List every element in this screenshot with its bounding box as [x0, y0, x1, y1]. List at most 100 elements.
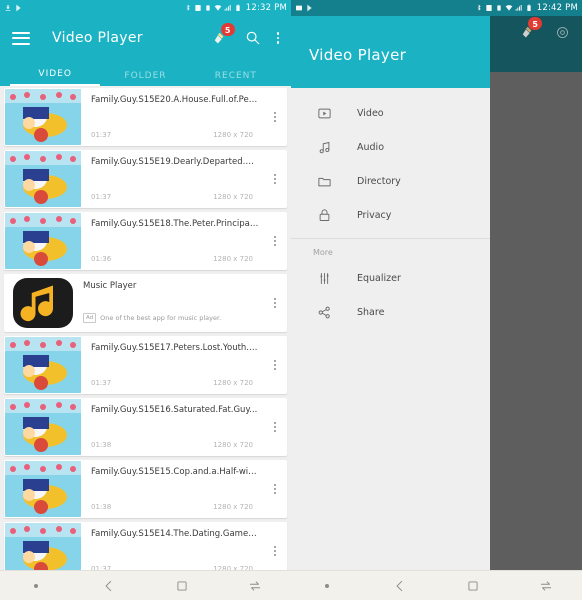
video-duration: 01:38	[91, 441, 112, 449]
recents-icon[interactable]	[218, 579, 291, 593]
vibrate-icon	[206, 5, 210, 11]
status-left-icons	[4, 4, 23, 12]
item-overflow-icon[interactable]	[263, 88, 287, 146]
dot-indicator	[291, 583, 364, 588]
overflow-menu-icon[interactable]	[276, 32, 279, 44]
drawer-item-label: Privacy	[357, 209, 392, 221]
list-item[interactable]: Family.Guy.S15E20.A.House.Full.of.Pete..…	[4, 88, 287, 146]
list-item[interactable]: Family.Guy.S15E14.The.Dating.Game.72... …	[4, 522, 287, 570]
drawer-item-equalizer[interactable]: Equalizer	[291, 261, 490, 295]
video-meta: 01:38 1280 x 720	[91, 503, 259, 514]
video-resolution: 1280 x 720	[213, 255, 253, 263]
list-item[interactable]: Family.Guy.S15E17.Peters.Lost.Youth.72..…	[4, 336, 287, 394]
back-icon[interactable]	[364, 579, 437, 593]
video-title: Family.Guy.S15E16.Saturated.Fat.Guy...	[91, 405, 258, 415]
drawer-item-privacy[interactable]: Privacy	[291, 198, 490, 232]
drawer-title: Video Player	[309, 46, 407, 64]
list-item[interactable]: Family.Guy.S15E15.Cop.and.a.Half-wit... …	[4, 460, 287, 518]
broom-icon[interactable]: 5	[516, 17, 542, 42]
folder-icon	[313, 170, 335, 192]
video-thumbnail	[5, 89, 81, 145]
list-item[interactable]: Family.Guy.S15E16.Saturated.Fat.Guy... 0…	[4, 398, 287, 456]
video-thumbnail	[5, 337, 81, 393]
tab-recent[interactable]: RECENT	[191, 71, 281, 86]
video-meta: 01:36 1280 x 720	[91, 255, 259, 266]
drawer-item-audio[interactable]: Audio	[291, 130, 490, 164]
download-icon	[5, 5, 11, 11]
broom-icon[interactable]: 5	[209, 23, 235, 48]
ad-card[interactable]: Music Player Ad One of the best app for …	[4, 274, 287, 332]
bluetooth-icon	[477, 4, 481, 11]
drawer-item-label: Directory	[357, 175, 401, 187]
left-nav-bar	[0, 570, 291, 600]
drawer-item-directory[interactable]: Directory	[291, 164, 490, 198]
video-duration: 01:36	[91, 255, 112, 263]
video-info: Family.Guy.S15E16.Saturated.Fat.Guy... 0…	[81, 398, 263, 456]
drawer-item-share[interactable]: Share	[291, 295, 490, 329]
video-thumbnail	[5, 213, 81, 269]
item-overflow-icon[interactable]	[263, 460, 287, 518]
list-item[interactable]: Family.Guy.S15E18.The.Peter.Principal...…	[4, 212, 287, 270]
video-info: Family.Guy.S15E20.A.House.Full.of.Pete..…	[81, 88, 263, 146]
item-overflow-icon[interactable]	[263, 150, 287, 208]
video-meta: 01:37 1280 x 720	[91, 193, 259, 204]
drawer-item-label: Audio	[357, 141, 385, 153]
navigation-drawer: Video Audio Directory Privacy More Equal…	[291, 88, 490, 570]
wifi-icon	[214, 5, 222, 11]
ad-info: Music Player Ad One of the best app for …	[73, 274, 263, 332]
sd-card-icon	[195, 5, 201, 11]
page-title: Video Player	[52, 30, 143, 46]
video-info: Family.Guy.S15E14.The.Dating.Game.72... …	[81, 522, 263, 570]
tab-bar: VIDEO FOLDER RECENT	[0, 60, 291, 86]
status-right-icons: 12:42 PM	[475, 3, 578, 13]
appbar-actions: 5	[209, 23, 279, 48]
video-meta: 01:37 1280 x 720	[91, 131, 259, 142]
video-info: Family.Guy.S15E17.Peters.Lost.Youth.72..…	[81, 336, 263, 394]
video-resolution: 1280 x 720	[213, 441, 253, 449]
recents-icon[interactable]	[509, 579, 582, 593]
video-duration: 01:38	[91, 503, 112, 511]
video-duration: 01:37	[91, 193, 112, 201]
item-overflow-icon[interactable]	[263, 336, 287, 394]
drawer-item-video[interactable]: Video	[291, 96, 490, 130]
video-title: Family.Guy.S15E20.A.House.Full.of.Pete..…	[91, 95, 259, 105]
video-list[interactable]: Family.Guy.S15E20.A.House.Full.of.Pete..…	[0, 86, 291, 570]
signal-icon	[224, 5, 231, 11]
wifi-icon	[505, 5, 513, 11]
item-overflow-icon[interactable]	[263, 274, 287, 332]
item-overflow-icon[interactable]	[263, 398, 287, 456]
video-thumbnail	[5, 523, 81, 570]
item-overflow-icon[interactable]	[263, 212, 287, 270]
video-meta: 01:37 1280 x 720	[91, 379, 259, 390]
vibrate-icon	[497, 5, 501, 11]
tab-folder[interactable]: FOLDER	[100, 71, 190, 86]
notification-badge: 5	[528, 17, 542, 30]
dot-indicator	[0, 583, 73, 588]
search-icon[interactable]	[243, 28, 263, 48]
tab-video[interactable]: VIDEO	[10, 69, 101, 86]
play-store-icon	[16, 4, 21, 12]
video-info: Family.Guy.S15E18.The.Peter.Principal...…	[81, 212, 263, 270]
left-phone-panel: 12:32 PM Video Player 5 VIDEO FOLDER REC…	[0, 0, 291, 600]
audio-note-icon	[313, 136, 335, 158]
hamburger-icon[interactable]	[12, 31, 30, 45]
list-item[interactable]: Family.Guy.S15E19.Dearly.Departed.72... …	[4, 150, 287, 208]
gear-icon[interactable]	[552, 22, 572, 42]
play-store-icon	[307, 4, 312, 12]
image-icon	[296, 5, 302, 11]
drawer-item-label: Video	[357, 107, 384, 119]
home-square-icon[interactable]	[437, 579, 510, 593]
back-icon[interactable]	[73, 579, 146, 593]
right-nav-bar	[291, 570, 582, 600]
ad-title: Music Player	[83, 281, 137, 291]
video-info: Family.Guy.S15E15.Cop.and.a.Half-wit... …	[81, 460, 263, 518]
drawer-scrim[interactable]	[490, 16, 582, 570]
item-overflow-icon[interactable]	[263, 522, 287, 570]
home-square-icon[interactable]	[146, 579, 219, 593]
right-status-bar: 12:42 PM	[291, 0, 582, 16]
status-clock: 12:42 PM	[536, 3, 578, 13]
video-title: Family.Guy.S15E14.The.Dating.Game.72...	[91, 529, 259, 539]
ad-note: Ad One of the best app for music player.	[83, 313, 259, 328]
status-clock: 12:32 PM	[245, 3, 287, 13]
equalizer-icon	[313, 267, 335, 289]
